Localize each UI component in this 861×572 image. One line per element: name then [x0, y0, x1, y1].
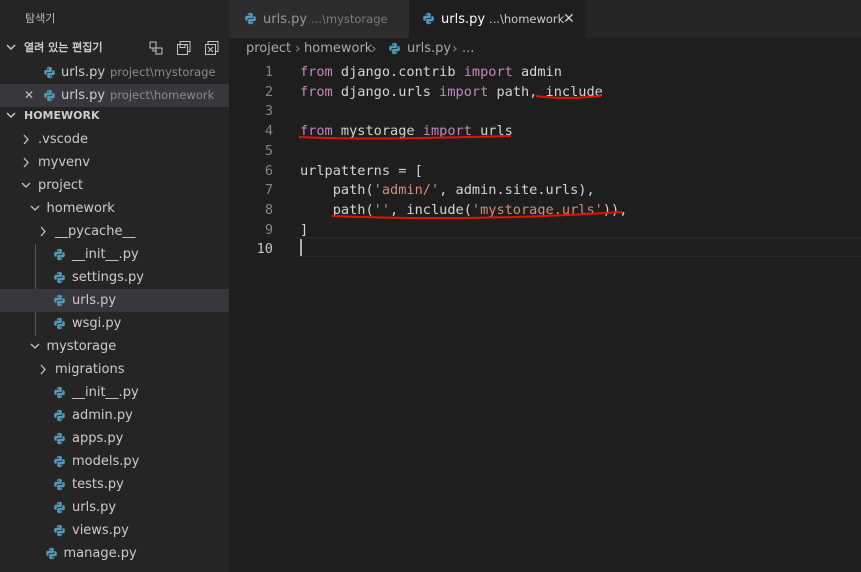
open-editor-item-active[interactable]: ✕ urls.py project\homework [0, 84, 229, 107]
python-file-icon [54, 501, 65, 514]
tab-description: ...\mystorage [311, 12, 388, 26]
breadcrumb-separator: › [295, 41, 301, 57]
tree-item-label: views.py [72, 523, 129, 538]
breadcrumb-separator: › [371, 41, 377, 57]
python-file-icon [245, 12, 256, 25]
breadcrumb-item[interactable]: ... [462, 38, 474, 60]
tree-file-settings-py[interactable]: settings.py [0, 266, 229, 289]
tab-label: urls.py [263, 12, 308, 27]
tree-file-wsgi-py[interactable]: wsgi.py [0, 312, 229, 335]
breadcrumb-item[interactable]: homework [304, 38, 372, 60]
python-file-icon [54, 248, 65, 261]
breadcrumb-separator: › [452, 41, 458, 57]
tree-item-label: project [38, 178, 84, 193]
tree-file-urls-py[interactable]: urls.py [0, 496, 229, 519]
save-all-icon[interactable] [175, 39, 193, 57]
tree-item-label: wsgi.py [72, 316, 122, 331]
tree-file-apps-py[interactable]: apps.py [0, 427, 229, 450]
tab-description: ...\homework [489, 12, 565, 26]
sidebar-title: 탐색기 [25, 12, 56, 25]
code-editor[interactable]: 1 from django.contrib import admin 2 from d… [229, 60, 861, 572]
tree-folder-mystorage[interactable]: mystorage [0, 335, 229, 358]
python-file-icon [54, 478, 65, 491]
tree-file-models-py[interactable]: models.py [0, 450, 229, 473]
tree-item-label: mystorage [46, 339, 117, 354]
underline-path-include [331, 211, 623, 220]
tree-item-label: __init__.py [72, 385, 139, 400]
python-file-icon [54, 317, 65, 330]
underline-import-statement [298, 135, 512, 140]
open-editor-path: project\mystorage [110, 65, 216, 79]
tab-urls-homework[interactable]: urls.py ...\homework ✕ [409, 0, 586, 38]
tree-item-label: manage.py [63, 546, 137, 561]
python-file-icon [45, 547, 57, 560]
open-editor-filename: urls.py [61, 65, 106, 80]
python-file-icon [54, 524, 65, 537]
tree-file-manage-py[interactable]: manage.py [0, 542, 229, 565]
tree-item-label: migrations [55, 362, 125, 377]
breadcrumb: project › homework › urls.py › ... [229, 38, 861, 60]
python-file-icon [54, 432, 65, 445]
tab-bar: urls.py ...\mystorage urls.py ...\homework… [229, 0, 861, 38]
tree-file-urls-py[interactable]: urls.py [0, 289, 229, 312]
breadcrumb-item[interactable]: project [246, 38, 291, 60]
tree-file-init-py[interactable]: __init__.py [0, 381, 229, 404]
tree-item-label: settings.py [72, 270, 144, 285]
close-icon[interactable]: ✕ [563, 0, 575, 38]
close-all-icon[interactable] [203, 39, 221, 57]
tree-folder-project[interactable]: project [0, 174, 229, 197]
python-file-icon [423, 12, 434, 25]
python-file-icon [54, 409, 65, 422]
python-file-icon [54, 386, 65, 399]
tab-urls-mystorage[interactable]: urls.py ...\mystorage [229, 0, 409, 38]
tree-folder-vscode[interactable]: .vscode [0, 128, 229, 151]
tree-folder-myvenv[interactable]: myvenv [0, 151, 229, 174]
tree-folder-migrations[interactable]: migrations [0, 358, 229, 381]
tree-item-label: __pycache__ [55, 224, 136, 239]
python-file-icon [54, 455, 65, 468]
workspace-header[interactable]: HOMEWORK [0, 105, 229, 127]
tree-item-label: .vscode [38, 132, 88, 147]
new-untitled-file-icon[interactable] [147, 39, 165, 57]
tree-item-label: tests.py [72, 477, 124, 492]
python-file-icon [389, 42, 400, 55]
underline-include [535, 95, 602, 99]
red-annotation-layer [298, 95, 623, 220]
open-editor-filename: urls.py [61, 88, 106, 103]
workspace-title: HOMEWORK [24, 109, 100, 122]
tab-label: urls.py [441, 12, 486, 27]
tree-item-label: myvenv [38, 155, 90, 170]
tree-file-views-py[interactable]: views.py [0, 519, 229, 542]
python-file-icon [44, 66, 55, 79]
tree-item-label: apps.py [72, 431, 124, 446]
close-icon[interactable]: ✕ [24, 84, 34, 107]
tree-file-init-py[interactable]: __init__.py [0, 243, 229, 266]
open-editor-item[interactable]: urls.py project\mystorage [0, 61, 229, 84]
tree-file-tests-py[interactable]: tests.py [0, 473, 229, 496]
explorer-sidebar: 탐색기 열려 있는 편집기 urls.py project\mystorage ✕ [0, 0, 229, 572]
tree-item-label: __init__.py [72, 247, 139, 262]
tree-file-admin-py[interactable]: admin.py [0, 404, 229, 427]
tree-item-label: admin.py [72, 408, 133, 423]
breadcrumb-item[interactable]: urls.py [407, 38, 451, 60]
python-file-icon [54, 294, 65, 307]
tree-item-label: homework [46, 201, 115, 216]
python-file-icon [44, 89, 55, 102]
tree-folder-pycache[interactable]: __pycache__ [0, 220, 229, 243]
tree-folder-homework[interactable]: homework [0, 197, 229, 220]
open-editors-title: 열려 있는 편집기 [24, 41, 103, 54]
python-file-icon [54, 271, 65, 284]
open-editors-header[interactable]: 열려 있는 편집기 [0, 37, 229, 59]
tree-item-label: models.py [72, 454, 140, 469]
tree-item-label: urls.py [72, 293, 117, 308]
open-editor-path: project\homework [110, 88, 215, 102]
tree-item-label: urls.py [72, 500, 117, 515]
